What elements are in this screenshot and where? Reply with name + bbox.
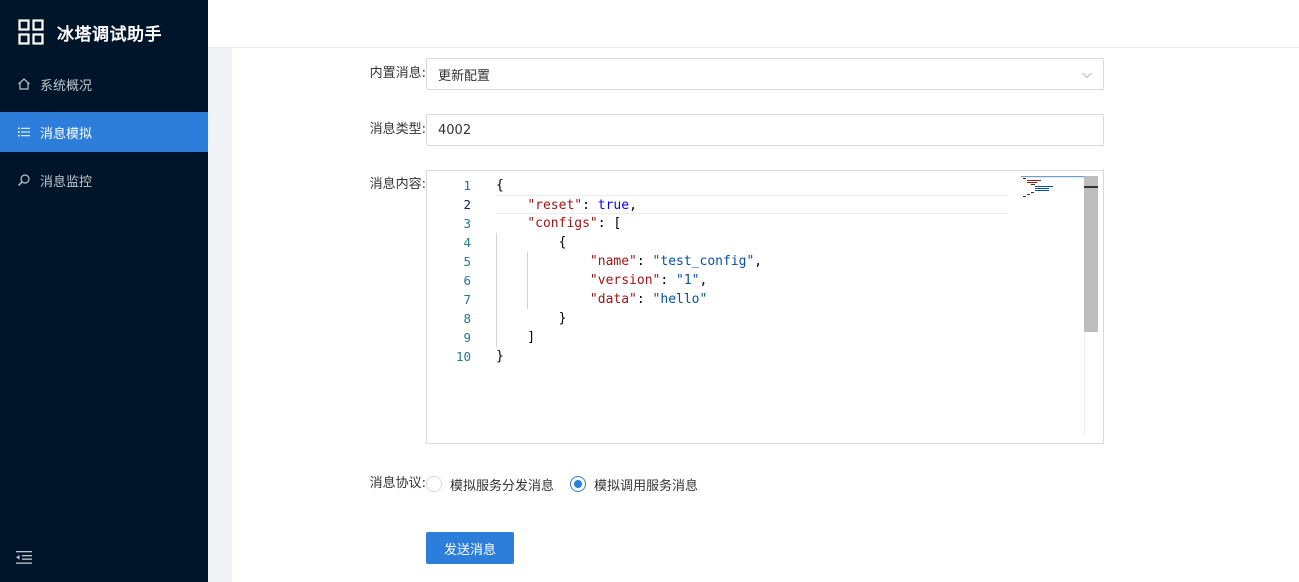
json-punctuation: { (496, 235, 567, 250)
json-punctuation (496, 198, 527, 213)
json-punctuation: } (496, 349, 504, 364)
sidebar-item-overview[interactable]: 系统概况 (0, 64, 208, 104)
editor-minimap[interactable] (1021, 176, 1091, 206)
json-key: "configs" (527, 216, 598, 231)
sidebar-item-label: 消息监控 (40, 174, 93, 190)
home-icon (16, 76, 32, 92)
line-number: 1 (463, 178, 471, 193)
list-icon (16, 124, 32, 140)
builtin-message-value: 更新配置 (438, 68, 491, 84)
json-punctuation: : (582, 198, 598, 213)
json-punctuation (496, 216, 527, 231)
protocol-row: 消息协议: 模拟服务分发消息 模拟调用服务消息 (356, 468, 714, 500)
line-number: 7 (463, 292, 471, 307)
message-type-label: 消息类型: (369, 122, 426, 137)
radio-button-checked[interactable] (570, 476, 587, 492)
indent-guide (496, 328, 497, 347)
line-number: 8 (463, 311, 471, 326)
json-boolean: true (597, 198, 630, 213)
json-punctuation (496, 292, 590, 307)
line-number: 5 (463, 254, 471, 269)
indent-guide (496, 290, 497, 309)
line-number: 4 (463, 235, 471, 250)
indent-guide (496, 233, 497, 252)
radio-label: 模拟调用服务消息 (594, 478, 699, 494)
radio-label: 模拟服务分发消息 (450, 478, 555, 494)
sidebar-item-label: 消息模拟 (40, 126, 93, 142)
code-line[interactable]: ] (496, 328, 1008, 347)
builtin-message-select[interactable]: 更新配置 (426, 58, 1104, 90)
code-line[interactable]: "reset": true, (496, 195, 1008, 214)
menu-fold-icon[interactable] (15, 548, 33, 566)
indent-guide (527, 252, 529, 271)
indent-guide (527, 290, 529, 309)
json-punctuation: } (496, 311, 567, 326)
json-punctuation: : (636, 254, 653, 269)
json-code-editor[interactable]: 1 2 3 4 5 6 7 8 9 10 { "reset": true, "c… (426, 170, 1104, 444)
cursor-position-marker (1084, 186, 1098, 188)
json-punctuation: ] (496, 330, 536, 345)
radio-dispatch-message[interactable]: 模拟服务分发消息 (426, 475, 554, 494)
json-string: "1" (676, 273, 700, 288)
line-number: 6 (463, 273, 471, 288)
message-content-label: 消息内容: (369, 177, 426, 192)
protocol-radio-group: 模拟服务分发消息 模拟调用服务消息 (426, 468, 714, 500)
json-punctuation: , (629, 198, 637, 213)
line-number: 3 (463, 216, 471, 231)
chevron-down-icon (1082, 72, 1092, 79)
builtin-message-label: 内置消息: (369, 66, 426, 81)
app-title: 冰塔调试助手 (57, 24, 162, 45)
json-punctuation: : (660, 273, 677, 288)
builtin-message-row: 内置消息: 更新配置 (356, 58, 1104, 90)
json-punctuation: , (699, 273, 708, 288)
indent-guide (496, 271, 497, 290)
json-punctuation (496, 254, 590, 269)
radio-button-unchecked[interactable] (426, 476, 442, 492)
message-type-row: 消息类型: 4002 (356, 114, 1104, 146)
json-punctuation: : (636, 292, 653, 307)
code-line[interactable]: "name": "test_config", (496, 252, 1008, 271)
line-number-gutter: 1 2 3 4 5 6 7 8 9 10 (427, 176, 471, 366)
indent-guide (496, 309, 497, 328)
json-punctuation: , (754, 254, 763, 269)
sidebar-item-label: 系统概况 (40, 78, 93, 94)
code-line[interactable]: "configs": [ (496, 214, 1008, 233)
code-line[interactable]: } (496, 347, 1008, 366)
editor-scrollbar-thumb[interactable] (1084, 176, 1098, 332)
main-content: 内置消息: 更新配置 消息类型: 4002 消息内容: 1 2 3 4 5 6 … (232, 48, 1299, 582)
search-icon (16, 172, 32, 188)
sidebar-item-message-simulation[interactable]: 消息模拟 (0, 112, 208, 152)
code-line[interactable]: "data": "hello" (496, 290, 1008, 309)
json-punctuation (496, 273, 590, 288)
json-key: "reset" (527, 198, 583, 213)
code-line[interactable]: { (496, 176, 1008, 195)
radio-call-service-message[interactable]: 模拟调用服务消息 (570, 475, 698, 494)
code-line[interactable]: } (496, 309, 1008, 328)
code-content[interactable]: { "reset": true, "configs": [ { "name": … (496, 176, 1008, 366)
send-message-button[interactable]: 发送消息 (426, 532, 514, 564)
top-header (208, 0, 1299, 48)
line-number: 2 (463, 197, 471, 212)
json-key: "version" (589, 273, 661, 288)
code-line[interactable]: { (496, 233, 1008, 252)
line-number: 10 (455, 349, 471, 364)
json-string: "test_config" (652, 254, 755, 269)
message-type-input[interactable]: 4002 (426, 114, 1104, 146)
json-key: "data" (589, 292, 637, 307)
indent-guide (527, 271, 529, 290)
message-content-row: 消息内容: 1 2 3 4 5 6 7 8 9 10 { "reset": tr… (356, 170, 1104, 444)
sidebar-item-message-monitor[interactable]: 消息监控 (0, 160, 208, 200)
line-number: 9 (463, 330, 471, 345)
json-punctuation: : [ (597, 216, 622, 231)
protocol-label: 消息协议: (369, 476, 426, 491)
indent-guide (496, 252, 497, 271)
code-line[interactable]: "version": "1", (496, 271, 1008, 290)
json-key: "name" (589, 254, 637, 269)
json-punctuation: { (496, 178, 504, 193)
app-logo-icon (18, 19, 44, 45)
brand: 冰塔调试助手 (0, 0, 208, 64)
sidebar: 冰塔调试助手 系统概况 消息模拟 消息监控 (0, 0, 208, 582)
json-string: "hello" (652, 292, 708, 307)
